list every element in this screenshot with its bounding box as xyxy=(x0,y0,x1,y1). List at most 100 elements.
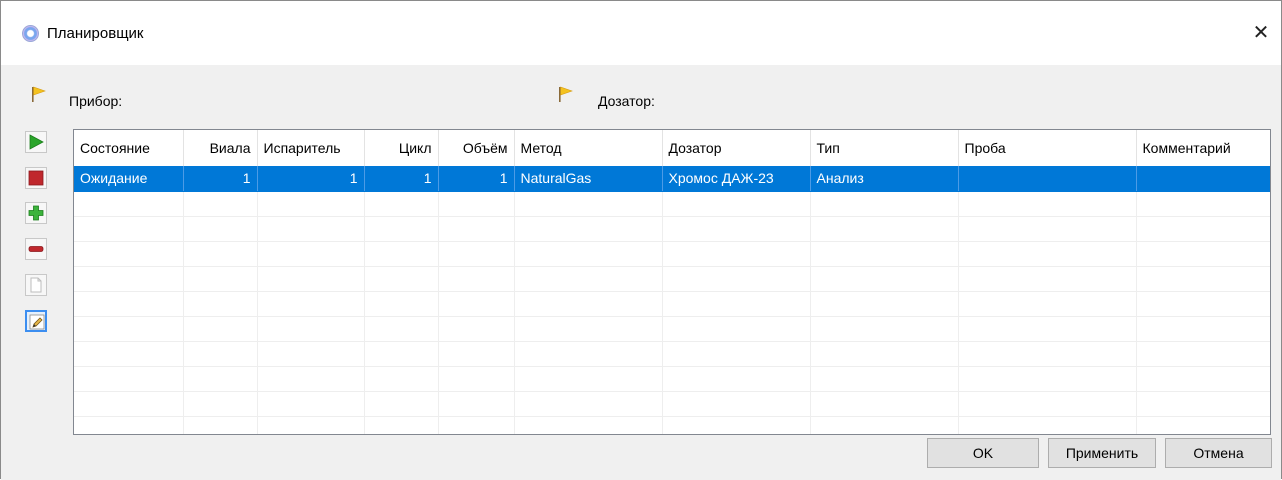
table-cell-vial[interactable]: 1 xyxy=(183,166,258,192)
table-cell-volume[interactable]: 1 xyxy=(438,166,515,192)
stop-button[interactable] xyxy=(25,167,47,189)
table-cell-method[interactable]: NaturalGas xyxy=(514,166,663,192)
empty-cell xyxy=(662,391,811,417)
close-button[interactable]: ✕ xyxy=(1247,19,1275,47)
empty-cell xyxy=(958,341,1137,367)
empty-cell xyxy=(257,366,365,392)
empty-cell xyxy=(958,216,1137,242)
table-cell-dosator[interactable]: Хромос ДАЖ-23 xyxy=(662,166,811,192)
column-header[interactable]: Дозатор xyxy=(662,130,811,166)
column-header[interactable]: Состояние xyxy=(74,130,184,166)
empty-cell xyxy=(74,391,184,417)
empty-cell xyxy=(438,316,515,342)
empty-cell xyxy=(958,391,1137,417)
empty-cell xyxy=(257,216,365,242)
empty-cell xyxy=(364,266,439,292)
column-header[interactable]: Испаритель xyxy=(257,130,365,166)
empty-cell xyxy=(810,291,959,317)
dosator-label: Дозатор: xyxy=(598,93,655,109)
column-header[interactable]: Объём xyxy=(438,130,515,166)
table-cell-cycle[interactable]: 1 xyxy=(364,166,439,192)
empty-cell xyxy=(364,241,439,267)
empty-cell xyxy=(74,366,184,392)
cancel-button[interactable]: Отмена xyxy=(1165,438,1272,468)
empty-cell xyxy=(364,391,439,417)
empty-cell xyxy=(514,291,663,317)
empty-cell xyxy=(514,316,663,342)
table-cell-sample[interactable] xyxy=(958,166,1137,192)
empty-cell xyxy=(810,341,959,367)
column-header[interactable]: Комментарий xyxy=(1136,130,1270,166)
empty-cell xyxy=(514,241,663,267)
add-button[interactable] xyxy=(25,202,47,224)
empty-cell xyxy=(810,416,959,434)
table-row[interactable]: Ожидание 1 1 1 1 NaturalGas Хромос ДАЖ-2… xyxy=(74,166,1270,192)
empty-cell xyxy=(662,316,811,342)
empty-cell xyxy=(1136,341,1270,367)
empty-row xyxy=(74,391,1270,417)
empty-cell xyxy=(364,366,439,392)
table-cell-type[interactable]: Анализ xyxy=(810,166,959,192)
empty-cell xyxy=(438,216,515,242)
empty-cell xyxy=(74,241,184,267)
empty-cell xyxy=(662,416,811,434)
remove-button[interactable] xyxy=(25,238,47,260)
empty-cell xyxy=(74,416,184,434)
empty-cell xyxy=(438,366,515,392)
schedule-table[interactable]: Состояние Виала Испаритель Цикл Объём Ме… xyxy=(73,129,1271,435)
empty-cell xyxy=(257,416,365,434)
empty-cell xyxy=(810,191,959,217)
empty-cell xyxy=(662,341,811,367)
column-header[interactable]: Виала xyxy=(183,130,258,166)
empty-cell xyxy=(514,366,663,392)
empty-cell xyxy=(1136,391,1270,417)
column-header[interactable]: Проба xyxy=(958,130,1137,166)
table-cell-state[interactable]: Ожидание xyxy=(74,166,184,192)
empty-cell xyxy=(183,366,258,392)
column-header[interactable]: Метод xyxy=(514,130,663,166)
empty-row xyxy=(74,241,1270,267)
empty-cell xyxy=(810,266,959,292)
empty-cell xyxy=(662,266,811,292)
minus-icon xyxy=(28,246,44,252)
empty-cell xyxy=(183,316,258,342)
empty-cell xyxy=(257,341,365,367)
empty-cell xyxy=(74,191,184,217)
empty-cell xyxy=(1136,316,1270,342)
empty-cell xyxy=(438,241,515,267)
empty-cell xyxy=(364,416,439,434)
empty-cell xyxy=(662,241,811,267)
empty-cell xyxy=(810,366,959,392)
ok-button[interactable]: OK xyxy=(927,438,1039,468)
run-button[interactable] xyxy=(25,131,47,153)
empty-cell xyxy=(74,291,184,317)
empty-cell xyxy=(810,241,959,267)
column-header[interactable]: Цикл xyxy=(364,130,439,166)
empty-cell xyxy=(183,191,258,217)
empty-cell xyxy=(1136,366,1270,392)
empty-cell xyxy=(514,191,663,217)
empty-cell xyxy=(183,291,258,317)
column-header[interactable]: Тип xyxy=(810,130,959,166)
empty-cell xyxy=(183,341,258,367)
empty-cell xyxy=(958,266,1137,292)
device-label: Прибор: xyxy=(69,93,123,109)
table-cell-evaporator[interactable]: 1 xyxy=(257,166,365,192)
empty-cell xyxy=(183,416,258,434)
empty-cell xyxy=(364,316,439,342)
empty-cell xyxy=(364,191,439,217)
empty-row xyxy=(74,416,1270,434)
empty-cell xyxy=(257,316,365,342)
empty-cell xyxy=(183,241,258,267)
empty-row xyxy=(74,366,1270,392)
empty-cell xyxy=(364,291,439,317)
empty-cell xyxy=(1136,191,1270,217)
empty-cell xyxy=(257,191,365,217)
edit-button[interactable] xyxy=(25,310,47,332)
empty-row xyxy=(74,191,1270,217)
copy-button[interactable] xyxy=(25,274,47,296)
table-cell-comment[interactable] xyxy=(1136,166,1270,192)
document-icon xyxy=(30,277,42,293)
apply-button[interactable]: Применить xyxy=(1048,438,1156,468)
empty-cell xyxy=(958,291,1137,317)
